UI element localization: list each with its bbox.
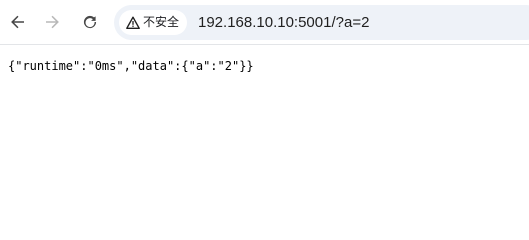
json-response-text: {"runtime":"0ms","data":{"a":"2"}}	[8, 59, 254, 73]
arrow-left-icon	[11, 15, 24, 29]
url-text[interactable]: 192.168.10.10:5001/?a=2	[198, 5, 369, 40]
forward-button[interactable]	[36, 6, 68, 38]
reload-button[interactable]	[74, 6, 106, 38]
back-button[interactable]	[2, 6, 34, 38]
security-label: 不安全	[143, 15, 180, 29]
warning-triangle-icon	[126, 16, 140, 30]
browser-toolbar: 不安全 192.168.10.10:5001/?a=2	[0, 0, 529, 45]
address-bar[interactable]: 不安全 192.168.10.10:5001/?a=2	[114, 5, 529, 40]
arrow-right-icon	[46, 15, 59, 29]
security-indicator-chip[interactable]: 不安全	[119, 10, 188, 35]
reload-icon	[83, 15, 97, 29]
